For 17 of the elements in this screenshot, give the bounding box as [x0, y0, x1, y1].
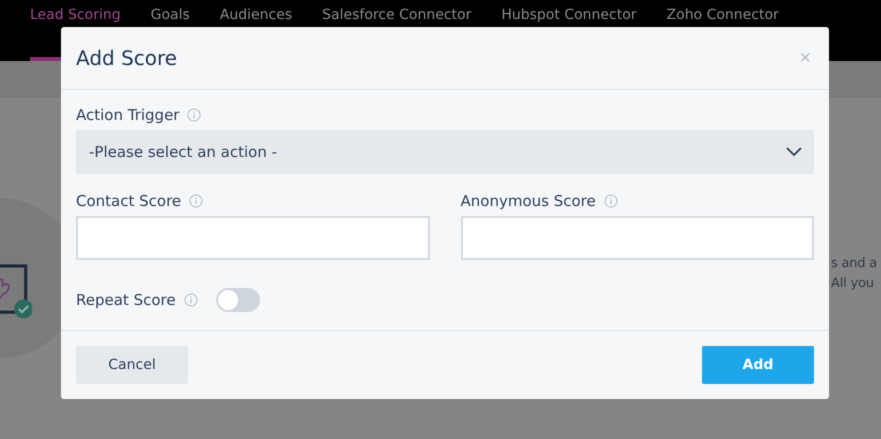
field-label: Anonymous Score: [460, 192, 596, 210]
score-input[interactable]: [76, 216, 430, 260]
field-label: Contact Score: [76, 192, 182, 210]
body-text: s and a: [831, 255, 878, 273]
info-icon: [184, 293, 198, 307]
body-text: All you: [831, 275, 874, 293]
cancel-button[interactable]: Cancel: [76, 346, 188, 384]
field-label: Action Trigger: [76, 106, 180, 124]
info-icon: [604, 194, 618, 208]
chevron-down-icon: [786, 147, 802, 157]
info-icon: [187, 108, 202, 122]
field-label: Repeat Score: [76, 291, 176, 309]
repeat-toggle[interactable]: [216, 288, 260, 312]
score-input[interactable]: [460, 216, 814, 260]
info-icon: [189, 194, 204, 208]
action-select[interactable]: -Please select an action -: [76, 130, 814, 174]
dialog-title: Add Score: [76, 46, 178, 70]
